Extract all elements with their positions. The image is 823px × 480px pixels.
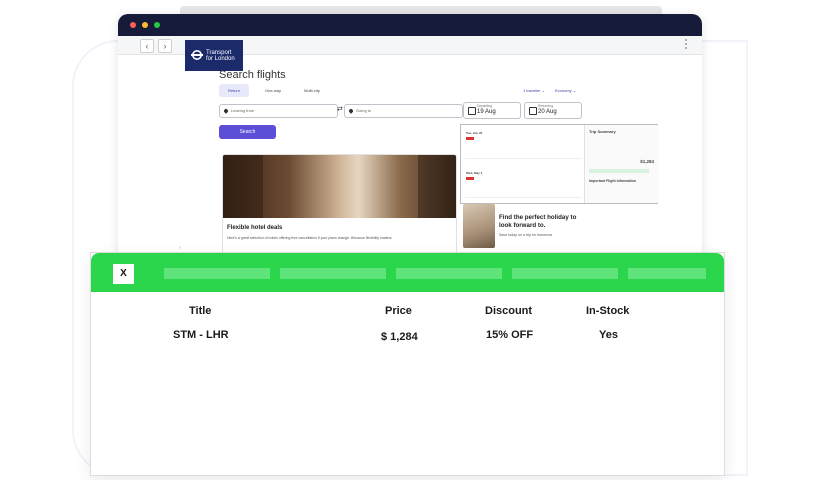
trip-summary-title: Trip Summary <box>589 129 616 134</box>
location-pin-icon <box>223 108 229 114</box>
airline-logo <box>466 177 474 180</box>
tfl-logo[interactable]: Transport for London <box>185 40 243 71</box>
departing-date-field[interactable]: Departing 19 Aug <box>463 102 521 119</box>
holiday-promo-image <box>463 204 495 248</box>
hotel-card-description: Here's a great selection of hotels offer… <box>227 236 393 240</box>
flight-info-title: Important Flight Information <box>589 179 636 183</box>
return-date: Wed, May 4 <box>466 171 483 175</box>
placeholder-bar <box>396 268 502 279</box>
location-pin-icon <box>348 108 354 114</box>
traveller-select[interactable]: 1 traveller ⌄ <box>523 84 545 97</box>
back-button[interactable]: ‹ <box>140 39 154 53</box>
search-button[interactable]: Search <box>219 125 276 139</box>
trip-total-price: $1,284 <box>640 159 654 164</box>
cell-in-stock: Yes <box>599 329 618 341</box>
forward-button[interactable]: › <box>158 39 172 53</box>
column-header-in-stock: In-Stock <box>586 305 630 317</box>
placeholder-bar <box>164 268 270 279</box>
outbound-date: Tue, Jun 20 <box>466 131 483 135</box>
tab-return[interactable]: Return <box>219 84 249 97</box>
airline-logo <box>466 137 474 140</box>
placeholder-bar <box>628 268 706 279</box>
logo-text: Transport for London <box>206 50 235 62</box>
cell-title: STM - LHR <box>173 329 229 341</box>
hotel-deals-card[interactable]: Flexible hotel deals Here's a great sele… <box>222 154 457 256</box>
trip-summary-panel: Trip Summary $1,284 Important Flight Inf… <box>584 125 658 203</box>
hotel-card-title: Flexible hotel deals <box>227 225 283 231</box>
going-to-field[interactable]: Going to <box>344 104 463 118</box>
kebab-menu-icon[interactable] <box>685 37 688 51</box>
panel-header: X <box>91 253 724 292</box>
chevron-right-icon: › <box>179 245 181 251</box>
placeholder-bar <box>280 268 386 279</box>
cell-price: $ 1,284 <box>381 331 418 343</box>
minimize-window-dot[interactable] <box>142 22 148 28</box>
placeholder-bar <box>512 268 618 279</box>
returning-date-field[interactable]: Returning 20 Aug <box>524 102 582 119</box>
price-badge <box>589 169 649 173</box>
leaving-from-field[interactable]: Leaving from <box>219 104 338 118</box>
swap-icon[interactable]: ⇄ <box>337 105 343 113</box>
close-button[interactable]: X <box>113 264 134 284</box>
flight-results-popup: Tue, Jun 20 Wed, May 4 Trip Summary $1,2… <box>460 124 658 204</box>
browser-window: ‹ › Transport for London Search flights … <box>118 14 702 264</box>
maximize-window-dot[interactable] <box>154 22 160 28</box>
browser-titlebar <box>118 14 702 36</box>
tab-multi-city[interactable]: Multi-city <box>297 84 327 97</box>
holiday-promo-subtitle: Save today on a trip for tomorrow <box>499 233 553 237</box>
hotel-image <box>223 155 456 218</box>
calendar-icon <box>529 107 537 115</box>
calendar-icon <box>468 107 476 115</box>
scraped-data-panel: X Title Price Discount In-Stock STM - LH… <box>90 252 725 476</box>
column-header-title: Title <box>189 305 212 317</box>
tab-one-way[interactable]: One-way <box>258 84 288 97</box>
cell-discount: 15% OFF <box>486 329 534 341</box>
column-header-price: Price <box>385 305 412 317</box>
close-window-dot[interactable] <box>130 22 136 28</box>
page-title: Search flights <box>219 69 286 81</box>
holiday-promo-title[interactable]: Find the perfect holiday to look forward… <box>499 214 589 230</box>
cabin-select[interactable]: Economy ⌄ <box>555 84 576 97</box>
roundel-icon <box>191 50 203 60</box>
column-header-discount: Discount <box>485 305 533 317</box>
